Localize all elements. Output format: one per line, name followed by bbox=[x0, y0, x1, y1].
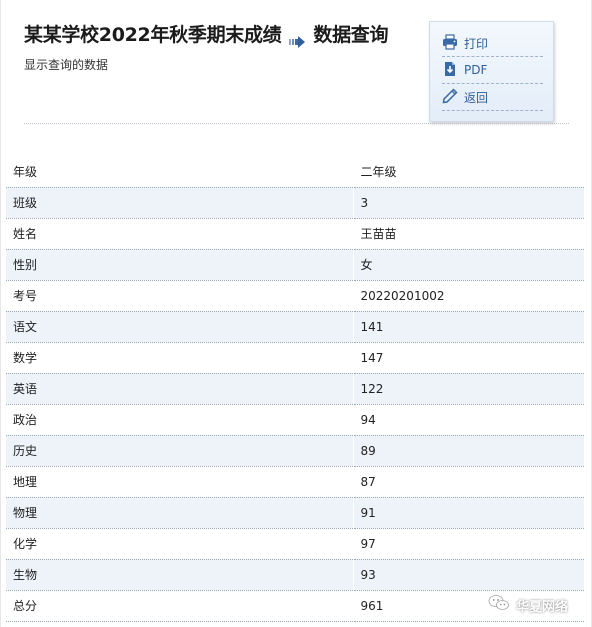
section-title: 数据查询 bbox=[313, 24, 389, 46]
table-row: 历史 89 bbox=[6, 435, 584, 467]
page-title: 某某学校2022年秋季期末成绩 数据查询 bbox=[24, 22, 389, 48]
table-row: 考号 20220201002 bbox=[6, 280, 584, 312]
field-value: 89 bbox=[353, 435, 584, 467]
field-label: 地理 bbox=[6, 466, 354, 498]
table-row: 语文 141 bbox=[6, 311, 584, 343]
table-row: 政治 94 bbox=[6, 404, 584, 436]
field-value: 122 bbox=[353, 373, 584, 405]
field-value: 93 bbox=[353, 559, 584, 591]
field-value: 20220201002 bbox=[353, 280, 584, 312]
arrow-right-icon bbox=[289, 29, 306, 48]
field-value: 147 bbox=[353, 342, 584, 374]
download-icon bbox=[442, 61, 464, 80]
table-row: 物理 91 bbox=[6, 497, 584, 529]
field-label: 数学 bbox=[6, 342, 354, 374]
score-table: 年级 二年级 班级 3 姓名 王苗苗 性别女考号 20220201002 语文 141 数学 147 英… bbox=[6, 156, 584, 622]
field-label: 考号 bbox=[6, 280, 354, 312]
field-label: 性别 bbox=[6, 249, 354, 281]
field-label: 历史 bbox=[6, 435, 354, 467]
table-row: 英语 122 bbox=[6, 373, 584, 405]
printer-icon bbox=[442, 33, 464, 53]
back-button[interactable]: 返回 bbox=[442, 84, 543, 111]
action-toolbox: 打印 PDF 返回 bbox=[429, 21, 554, 122]
field-value: 97 bbox=[353, 528, 584, 560]
page-title-text: 某某学校2022年秋季期末成绩 bbox=[24, 24, 282, 46]
print-label: 打印 bbox=[464, 36, 489, 51]
field-value: 141 bbox=[353, 311, 584, 343]
field-label: 总分 bbox=[6, 590, 354, 622]
field-label: 语文 bbox=[6, 311, 354, 343]
field-value: 87 bbox=[353, 466, 584, 498]
table-row: 班级 3 bbox=[6, 187, 584, 219]
watermark: 华夏网络 bbox=[488, 594, 568, 616]
table-row: 姓名 王苗苗 bbox=[6, 218, 584, 250]
table-row: 化学 97 bbox=[6, 528, 584, 560]
field-value: 王苗苗 bbox=[353, 218, 584, 250]
field-label: 物理 bbox=[6, 497, 354, 529]
pencil-icon bbox=[442, 87, 464, 107]
field-label: 班级 bbox=[6, 187, 354, 219]
wechat-icon bbox=[488, 594, 516, 616]
header-divider bbox=[24, 123, 569, 124]
field-value: 3 bbox=[353, 187, 584, 219]
table-row: 地理 87 bbox=[6, 466, 584, 498]
field-value: 91 bbox=[353, 497, 584, 529]
page-header: 某某学校2022年秋季期末成绩 数据查询 显示查询的数据 bbox=[24, 22, 389, 73]
field-label: 化学 bbox=[6, 528, 354, 560]
watermark-text: 华夏网络 bbox=[516, 599, 569, 615]
table-row: 年级 二年级 bbox=[6, 156, 584, 188]
page-subtitle: 显示查询的数据 bbox=[24, 58, 109, 72]
pdf-button[interactable]: PDF bbox=[442, 57, 543, 84]
field-label: 英语 bbox=[6, 373, 354, 405]
print-button[interactable]: 打印 bbox=[442, 30, 543, 57]
back-label: 返回 bbox=[464, 90, 489, 105]
field-label: 生物 bbox=[6, 559, 354, 591]
field-value: 女 bbox=[353, 249, 584, 281]
field-value: 94 bbox=[353, 404, 584, 436]
field-label: 年级 bbox=[6, 156, 354, 188]
table-row: 性别女 bbox=[6, 249, 584, 281]
table-row: 数学 147 bbox=[6, 342, 584, 374]
field-label: 政治 bbox=[6, 404, 354, 436]
pdf-label: PDF bbox=[464, 63, 488, 77]
field-value: 二年级 bbox=[353, 156, 584, 188]
table-row: 生物 93 bbox=[6, 559, 584, 591]
field-label: 姓名 bbox=[6, 218, 354, 250]
